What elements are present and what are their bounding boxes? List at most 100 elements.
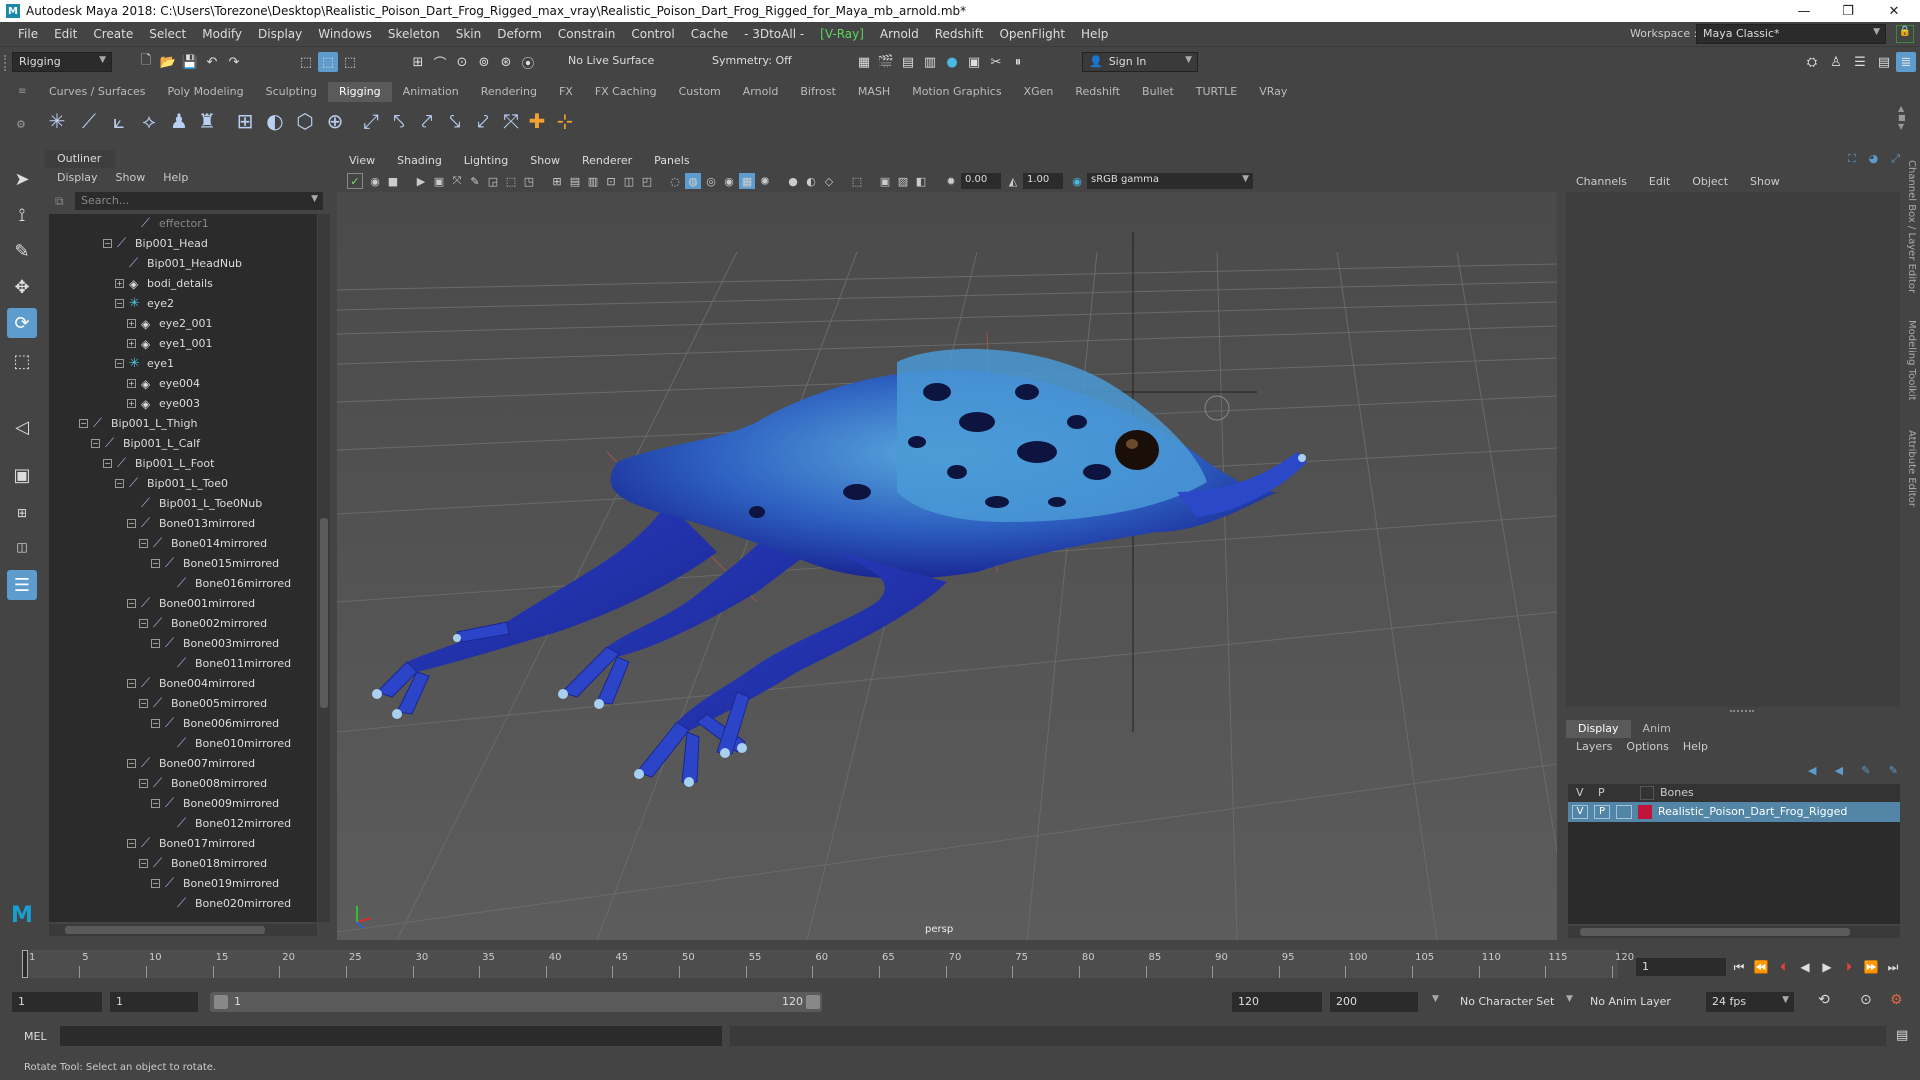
select-camera-icon[interactable]: ✓ [347, 173, 363, 189]
isolate-icon[interactable]: ● [785, 173, 801, 189]
menu-constrain[interactable]: Constrain [550, 27, 624, 41]
menu-skeleton[interactable]: Skeleton [380, 27, 448, 41]
layers-toggle-icon[interactable]: ◕ [1869, 152, 1879, 168]
menu-file[interactable]: File [10, 27, 46, 41]
ik-handle-icon[interactable]: ⟋ [76, 108, 102, 134]
gate-mask-icon[interactable]: ◳ [521, 173, 537, 189]
3d-scene[interactable] [337, 192, 1557, 940]
wireframe-shade-icon[interactable]: ◌ [667, 173, 683, 189]
menu-modify[interactable]: Modify [194, 27, 250, 41]
side-tab-channel-box[interactable]: Channel Box / Layer Editor [1906, 160, 1917, 293]
outliner-row[interactable]: − ⟋ Bone007mirrored [49, 754, 317, 774]
render-frame-icon[interactable]: 🎬 [876, 52, 896, 72]
range-end-handle[interactable] [806, 995, 820, 1009]
lock-icon[interactable]: 🔒 [1896, 25, 1914, 43]
move-tool-icon[interactable]: ✥ [7, 272, 37, 302]
scale-tool-icon[interactable]: ⬚ [7, 346, 37, 376]
tab-motion-graphics[interactable]: Motion Graphics [901, 82, 1012, 102]
tab-vray[interactable]: VRay [1248, 82, 1298, 102]
outliner-row[interactable]: − ✳ eye1 [49, 354, 317, 374]
point-constraint-icon[interactable]: ⤢ [358, 108, 384, 134]
antialias-icon[interactable]: ◧ [913, 173, 929, 189]
range-start-handle[interactable] [214, 995, 228, 1009]
menu-redshift[interactable]: Redshift [927, 27, 992, 41]
menu-control[interactable]: Control [623, 27, 682, 41]
aim-constraint-icon[interactable]: ⤣ [386, 108, 412, 134]
loop-icon[interactable]: ⟲ [1818, 992, 1830, 1008]
quick-rig-icon[interactable]: ♟ [166, 108, 192, 134]
menu-cache[interactable]: Cache [683, 27, 736, 41]
layer-hscroll-thumb[interactable] [1580, 928, 1850, 936]
menu-openflight[interactable]: OpenFlight [991, 27, 1073, 41]
workspace-dropdown[interactable]: Maya Classic* ▼ [1696, 24, 1886, 44]
collapse-icon[interactable]: − [79, 419, 88, 428]
layer-menu-help[interactable]: Help [1683, 740, 1708, 758]
tab-fx[interactable]: FX [548, 82, 584, 102]
outliner-row[interactable]: − ⟋ Bip001_Head [49, 234, 317, 254]
outliner-row[interactable]: ⟋ Bip001_HeadNub [49, 254, 317, 274]
collapse-icon[interactable]: − [115, 479, 124, 488]
menu-edit[interactable]: Edit [46, 27, 85, 41]
chevron-down-icon[interactable]: ▼ [1432, 994, 1439, 1004]
hud-icon[interactable]: ▣ [877, 173, 893, 189]
shaded-icon[interactable]: ▥ [585, 173, 601, 189]
redo-icon[interactable]: ↷ [224, 52, 244, 72]
cb-menu-object[interactable]: Object [1692, 175, 1728, 188]
outliner-row[interactable]: − ⟋ Bone002mirrored [49, 614, 317, 634]
field-chart-icon[interactable]: ⊡ [603, 173, 619, 189]
vp-menu-view[interactable]: View [349, 154, 375, 167]
command-input[interactable] [60, 1026, 722, 1046]
script-editor-icon[interactable]: ▤ [1896, 1028, 1908, 1043]
close-button[interactable]: ✕ [1874, 0, 1914, 22]
hypershade-icon[interactable]: ● [942, 52, 962, 72]
expand-icon[interactable]: ⤢ [1891, 152, 1900, 168]
film-gate-icon[interactable]: ◲ [485, 173, 501, 189]
restore-button[interactable]: ❐ [1828, 0, 1868, 22]
cluster-icon[interactable]: ⊕ [322, 108, 348, 134]
ipr-render-icon[interactable]: ▤ [898, 52, 918, 72]
undo-icon[interactable]: ↶ [202, 52, 222, 72]
filter-icon[interactable]: ⧉ [55, 194, 64, 209]
move-layer-down-icon[interactable]: ◀ [1835, 764, 1843, 780]
collapse-icon[interactable]: − [103, 239, 112, 248]
select-object-icon[interactable]: ⬚ [318, 52, 338, 72]
collapse-icon[interactable]: − [151, 799, 160, 808]
expand-icon[interactable]: + [127, 399, 136, 408]
outliner-row[interactable]: − ⟋ Bone014mirrored [49, 534, 317, 554]
resolution-gate-icon[interactable]: ⬚ [503, 173, 519, 189]
outliner-row[interactable]: ⟋ Bone016mirrored [49, 574, 317, 594]
animation-end-field[interactable]: 200 [1330, 992, 1418, 1012]
outliner-row[interactable]: − ⟋ Bone006mirrored [49, 714, 317, 734]
lattice-icon[interactable]: ⬡ [292, 108, 318, 134]
time-slider[interactable]: 1 5 10 15 20 25 30 35 40 45 50 55 60 65 70 75 80 85 90 95 10… [0, 948, 1920, 982]
outliner-row[interactable]: + ◈ eye003 [49, 394, 317, 414]
play-forwards-icon[interactable]: ▶ [1818, 958, 1836, 976]
snap-surface-icon[interactable]: ⊛ [496, 52, 516, 72]
fps-dropdown[interactable]: 24 fps ▼ [1706, 992, 1794, 1012]
side-tab-modeling-toolkit[interactable]: Modeling Toolkit [1906, 320, 1917, 401]
viewport-panel[interactable]: View Shading Lighting Show Renderer Pane… [337, 150, 1557, 940]
mode-dropdown[interactable]: Rigging ▼ [12, 52, 112, 72]
menu-help[interactable]: Help [1073, 27, 1116, 41]
character-set-label[interactable]: No Character Set [1460, 995, 1554, 1008]
orient-constraint-icon[interactable]: ⤤ [414, 108, 440, 134]
paint-weights-icon[interactable]: ◐ [262, 108, 288, 134]
tab-animation[interactable]: Animation [392, 82, 470, 102]
outliner-row[interactable]: − ⟋ Bone018mirrored [49, 854, 317, 874]
menu-windows[interactable]: Windows [310, 27, 380, 41]
exposure-icon[interactable]: ✹ [943, 173, 959, 189]
tab-anim[interactable]: Anim [1631, 720, 1683, 738]
collapse-icon[interactable]: − [151, 559, 160, 568]
new-layer-selected-icon[interactable]: ✎ [1889, 764, 1898, 780]
menu-select[interactable]: Select [141, 27, 194, 41]
insert-joint-icon[interactable]: ⟡ [136, 108, 162, 134]
step-forward-frame-icon[interactable]: ⏵ [1840, 958, 1858, 976]
render-view-icon[interactable]: ▦ [854, 52, 874, 72]
outliner-search-input[interactable]: Search... ▼ [75, 192, 323, 210]
grease-pencil-icon[interactable]: ✎ [467, 173, 483, 189]
collapse-icon[interactable]: − [127, 519, 136, 528]
tab-bifrost[interactable]: Bifrost [789, 82, 847, 102]
playback-end-field[interactable]: 120 [1232, 992, 1322, 1012]
safe-action-icon[interactable]: ◫ [621, 173, 637, 189]
exposure-field[interactable]: 0.00 [961, 173, 1001, 189]
